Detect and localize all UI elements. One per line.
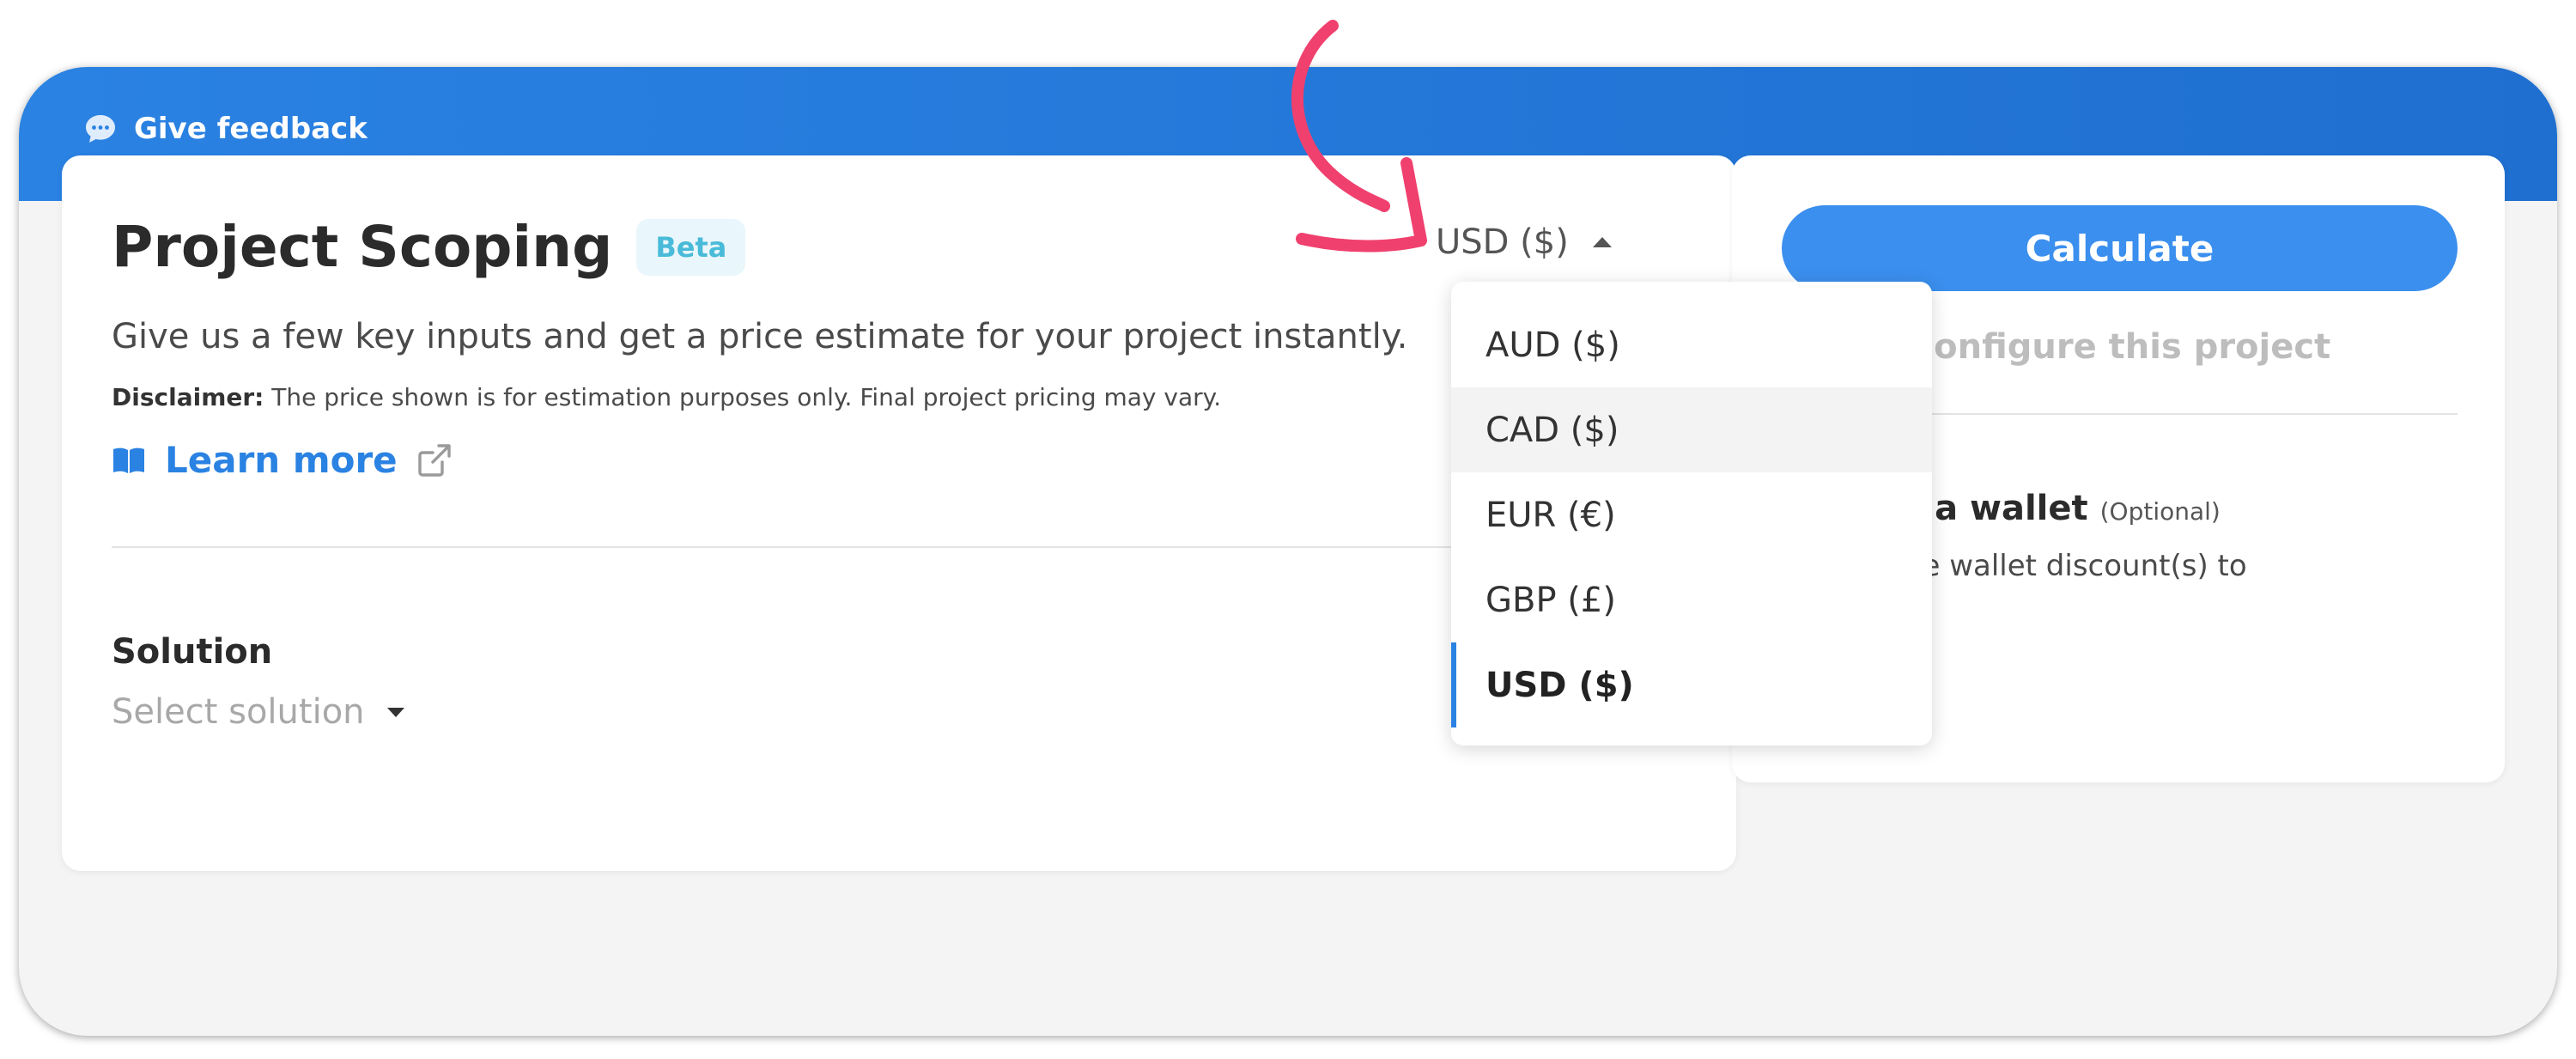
disclaimer-text: The price shown is for estimation purpos…	[264, 383, 1222, 411]
currency-select-value: USD ($)	[1436, 222, 1569, 262]
give-feedback-label: Give feedback	[134, 112, 368, 146]
currency-option-selected[interactable]: USD ($)	[1451, 642, 1932, 727]
currency-option[interactable]: AUD ($)	[1451, 302, 1932, 387]
currency-option[interactable]: EUR (€)	[1451, 472, 1932, 557]
caret-down-icon	[386, 707, 404, 717]
solution-select-placeholder: Select solution	[112, 692, 365, 732]
wallet-optional-tag: (Optional)	[2099, 497, 2221, 526]
app-frame: Give feedback Project Scoping Beta USD (…	[19, 67, 2557, 1036]
caret-up-icon	[1592, 237, 1612, 247]
beta-badge: Beta	[636, 218, 746, 276]
chat-bubble-icon	[86, 115, 115, 143]
currency-option[interactable]: GBP (£)	[1451, 557, 1932, 642]
currency-select[interactable]: USD ($)	[1436, 222, 1612, 262]
book-open-icon	[113, 447, 144, 473]
currency-dropdown-menu: AUD ($) CAD ($) EUR (€) GBP (£) USD ($)	[1451, 282, 1932, 746]
solution-select[interactable]: Select solution	[112, 692, 404, 732]
disclaimer-label: Disclaimer:	[112, 383, 264, 411]
give-feedback-button[interactable]: Give feedback	[84, 105, 368, 153]
currency-option[interactable]: CAD ($)	[1451, 387, 1932, 472]
solution-label: Solution	[112, 632, 273, 672]
title-row: Project Scoping Beta	[112, 214, 746, 280]
calculate-button[interactable]: Calculate	[1782, 205, 2458, 291]
disclaimer: Disclaimer: The price shown is for estim…	[112, 383, 1221, 411]
section-divider	[112, 546, 1451, 548]
learn-more-label: Learn more	[165, 439, 398, 481]
page-title: Project Scoping	[112, 214, 613, 280]
page-subtitle: Give us a few key inputs and get a price…	[112, 317, 1408, 356]
external-link-icon	[417, 443, 451, 477]
learn-more-link[interactable]: Learn more	[112, 439, 453, 481]
